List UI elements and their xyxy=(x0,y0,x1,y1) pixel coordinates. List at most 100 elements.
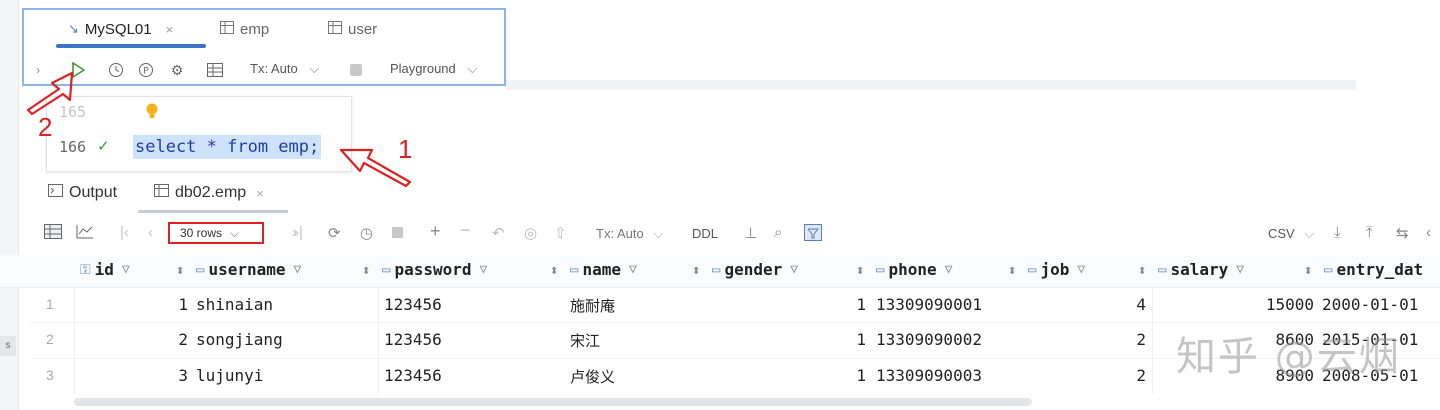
cell-name[interactable]: 施耐庵 xyxy=(570,295,615,316)
cell-name[interactable]: 卢俊义 xyxy=(570,366,615,387)
tab-user[interactable]: user xyxy=(328,18,377,40)
playground-label: Playground xyxy=(390,61,456,76)
column-header-gender[interactable]: ▭ gender ▽ xyxy=(712,260,798,279)
cell-password[interactable]: 123456 xyxy=(384,295,442,314)
filter-icon[interactable]: ▽ xyxy=(294,262,302,277)
cell-phone[interactable]: 13309090001 xyxy=(876,295,982,314)
horizontal-scrollbar[interactable] xyxy=(74,398,1032,406)
sort-icon[interactable]: ⬍ xyxy=(692,266,700,277)
chart-view-icon[interactable] xyxy=(76,224,94,243)
pin-tab-icon[interactable]: P xyxy=(136,60,156,80)
tab-output[interactable]: Output xyxy=(48,184,117,202)
column-header-job[interactable]: ▭ job ▽ xyxy=(1028,260,1085,279)
line-number: 166 xyxy=(59,138,87,156)
rows-per-page-dropdown[interactable]: 30 rows ⌵ xyxy=(168,222,264,244)
filter-icon[interactable]: ▽ xyxy=(1077,262,1085,277)
submit-icon[interactable]: ⇧ xyxy=(554,224,567,242)
cell-phone[interactable]: 13309090003 xyxy=(876,366,982,385)
close-icon[interactable]: × xyxy=(166,22,174,37)
revert-icon[interactable]: ↶ xyxy=(492,224,505,242)
tab-emp[interactable]: emp xyxy=(220,18,269,40)
cell-username[interactable]: lujunyi xyxy=(196,366,263,385)
filter-icon[interactable]: ▽ xyxy=(945,262,953,277)
column-header-phone[interactable]: ▭ phone ▽ xyxy=(876,260,952,279)
tab-mysql01[interactable]: ↘ MySQL01 × xyxy=(68,18,173,40)
filter-icon[interactable]: ▽ xyxy=(122,262,130,277)
search-icon[interactable]: ⌕ xyxy=(774,224,782,241)
cell-username[interactable]: shinaian xyxy=(196,295,273,314)
sort-icon[interactable]: ⬍ xyxy=(1138,266,1146,277)
history-icon[interactable] xyxy=(106,60,126,80)
cell-password[interactable]: 123456 xyxy=(384,366,442,385)
column-header-entry-date[interactable]: ▭ entry_dat xyxy=(1324,260,1423,279)
cell-gender[interactable]: 1 xyxy=(830,366,866,385)
column-header-name[interactable]: ▭ name ▽ xyxy=(570,260,637,279)
stop-icon[interactable] xyxy=(392,224,403,238)
column-icon: ▭ xyxy=(382,261,391,278)
chevron-down-icon: ⌵ xyxy=(230,225,240,240)
transaction-mode-dropdown[interactable]: Tx: Auto ⌵ xyxy=(250,61,319,77)
sort-icon[interactable]: ⬍ xyxy=(176,266,184,277)
cell-job[interactable]: 4 xyxy=(1110,295,1146,314)
pin-icon[interactable]: ⊥ xyxy=(744,224,757,242)
chevron-down-icon: ⌵ xyxy=(309,61,320,76)
column-header-username[interactable]: ▭ username ▽ xyxy=(196,260,301,279)
sql-statement[interactable]: select * from emp; xyxy=(133,135,322,159)
chevron-down-icon: ⌵ xyxy=(1304,226,1315,241)
tab-result-db02-emp[interactable]: db02.emp × xyxy=(154,184,264,202)
cell-entry-date[interactable]: 2000-01-01 xyxy=(1322,295,1418,314)
sort-icon[interactable]: ⬍ xyxy=(362,266,370,277)
sort-icon[interactable]: ⬍ xyxy=(1008,266,1016,277)
cell-username[interactable]: songjiang xyxy=(196,330,283,349)
cell-job[interactable]: 2 xyxy=(1110,366,1146,385)
previous-page-icon[interactable]: ‹ xyxy=(148,224,153,241)
table-view-icon[interactable] xyxy=(44,224,62,243)
transaction-mode-dropdown[interactable]: Tx: Auto ⌵ xyxy=(596,226,663,242)
export-format-dropdown[interactable]: CSV ⌵ xyxy=(1268,226,1314,242)
filter-view-icon[interactable] xyxy=(804,224,822,245)
grid-view-icon[interactable] xyxy=(205,60,225,80)
code-editor[interactable]: 165 166 ✓ select * from emp; xyxy=(46,96,352,172)
sort-icon[interactable]: ⬍ xyxy=(550,266,558,277)
cell-id[interactable]: 1 xyxy=(150,295,188,314)
cell-job[interactable]: 2 xyxy=(1110,330,1146,349)
refresh-icon[interactable]: ⟳ xyxy=(328,224,341,242)
side-badge[interactable]: s xyxy=(0,336,16,356)
cell-password[interactable]: 123456 xyxy=(384,330,442,349)
close-icon[interactable]: × xyxy=(256,186,264,201)
ddl-button[interactable]: DDL xyxy=(692,226,718,241)
cell-name[interactable]: 宋江 xyxy=(570,330,600,351)
history-icon[interactable]: ◷ xyxy=(360,224,373,242)
filter-icon[interactable]: ▽ xyxy=(629,262,637,277)
add-row-icon[interactable]: + xyxy=(430,221,441,242)
filter-icon[interactable]: ▽ xyxy=(480,262,488,277)
filter-icon[interactable]: ▽ xyxy=(1236,262,1244,277)
column-header-password[interactable]: ▭ password ▽ xyxy=(382,260,487,279)
cell-phone[interactable]: 13309090002 xyxy=(876,330,982,349)
cell-gender[interactable]: 1 xyxy=(830,330,866,349)
filter-icon[interactable]: ▽ xyxy=(790,262,798,277)
first-page-icon[interactable]: |‹ xyxy=(120,224,129,241)
chevron-right-icon[interactable]: › xyxy=(28,60,48,80)
stop-button[interactable] xyxy=(346,60,366,80)
preview-changes-icon[interactable]: ◎ xyxy=(524,224,537,242)
delete-row-icon[interactable]: − xyxy=(460,220,471,241)
column-header-id[interactable]: ⚿ id ▽ xyxy=(80,260,130,279)
cell-id[interactable]: 2 xyxy=(150,330,188,349)
lightbulb-icon[interactable] xyxy=(145,102,159,127)
more-icon[interactable]: ‹ xyxy=(1426,224,1431,241)
download-icon[interactable]: ⤓ xyxy=(1334,224,1341,241)
settings-icon[interactable]: ⚙ xyxy=(167,60,187,80)
run-button[interactable] xyxy=(68,60,88,80)
compare-icon[interactable]: ⇆ xyxy=(1396,224,1409,242)
column-header-salary[interactable]: ▭ salary ▽ xyxy=(1158,260,1244,279)
playground-dropdown[interactable]: Playground ⌵ xyxy=(390,61,477,77)
upload-icon[interactable]: ⤒ xyxy=(1366,224,1373,241)
cell-id[interactable]: 3 xyxy=(150,366,188,385)
sort-icon[interactable]: ⬍ xyxy=(1304,266,1312,277)
last-page-icon[interactable]: ›| xyxy=(294,224,303,241)
sort-icon[interactable]: ⬍ xyxy=(856,266,864,277)
column-icon: ▭ xyxy=(876,261,885,278)
cell-gender[interactable]: 1 xyxy=(830,295,866,314)
cell-salary[interactable]: 15000 xyxy=(1240,295,1314,314)
